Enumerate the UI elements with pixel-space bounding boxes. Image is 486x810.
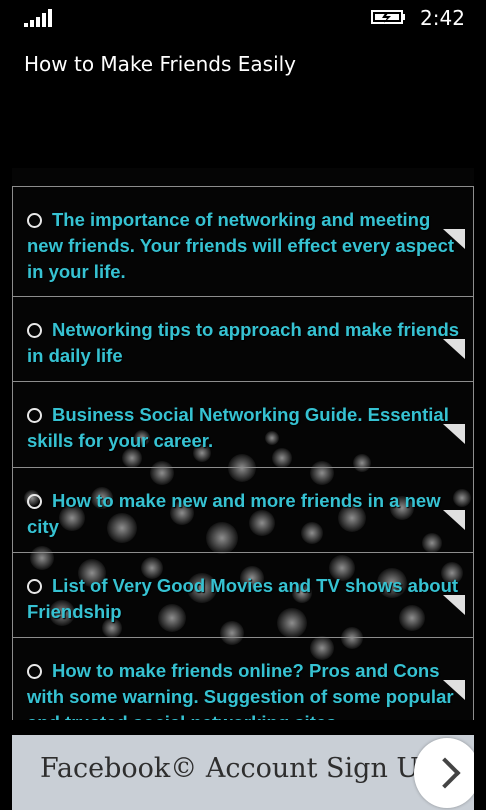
list-item-label: List of Very Good Movies and TV shows ab…	[27, 575, 459, 622]
list-item[interactable]: The importance of networking and meeting…	[12, 186, 474, 296]
list-item[interactable]: Networking tips to approach and make fri…	[12, 296, 474, 381]
radio-circle-icon[interactable]	[27, 664, 42, 679]
radio-circle-icon[interactable]	[27, 579, 42, 594]
corner-arrow-icon	[443, 595, 465, 615]
list-item[interactable]: How to make friends online? Pros and Con…	[12, 637, 474, 720]
article-list: The importance of networking and meeting…	[12, 186, 474, 720]
chevron-right-icon	[429, 757, 461, 789]
banner-label: Facebook© Account Sign Up	[40, 753, 437, 784]
corner-arrow-icon	[443, 229, 465, 249]
clock: 2:42	[420, 6, 465, 30]
corner-arrow-icon	[443, 424, 465, 444]
corner-arrow-icon	[443, 680, 465, 700]
list-item-label: How to make new and more friends in a ne…	[27, 490, 441, 537]
list-item-label: How to make friends online? Pros and Con…	[27, 660, 454, 720]
banner-next-button[interactable]	[414, 738, 474, 808]
corner-arrow-icon	[443, 510, 465, 530]
page-title: How to Make Friends Easily	[24, 52, 297, 76]
list-item-label: Business Social Networking Guide. Essent…	[27, 404, 449, 451]
status-bar: 2:42	[0, 0, 486, 36]
list-item-label: The importance of networking and meeting…	[27, 209, 455, 282]
battery-charging-icon	[371, 10, 405, 24]
article-list-panel[interactable]: The importance of networking and meeting…	[12, 168, 474, 720]
radio-circle-icon[interactable]	[27, 323, 42, 338]
list-item[interactable]: How to make new and more friends in a ne…	[12, 467, 474, 552]
signal-bars-icon	[24, 7, 56, 27]
radio-circle-icon[interactable]	[27, 213, 42, 228]
radio-circle-icon[interactable]	[27, 408, 42, 423]
list-item[interactable]: List of Very Good Movies and TV shows ab…	[12, 552, 474, 637]
list-item[interactable]: Business Social Networking Guide. Essent…	[12, 381, 474, 467]
facebook-signup-banner[interactable]: Facebook© Account Sign Up	[12, 735, 474, 810]
corner-arrow-icon	[443, 339, 465, 359]
list-item-label: Networking tips to approach and make fri…	[27, 319, 460, 366]
radio-circle-icon[interactable]	[27, 494, 42, 509]
